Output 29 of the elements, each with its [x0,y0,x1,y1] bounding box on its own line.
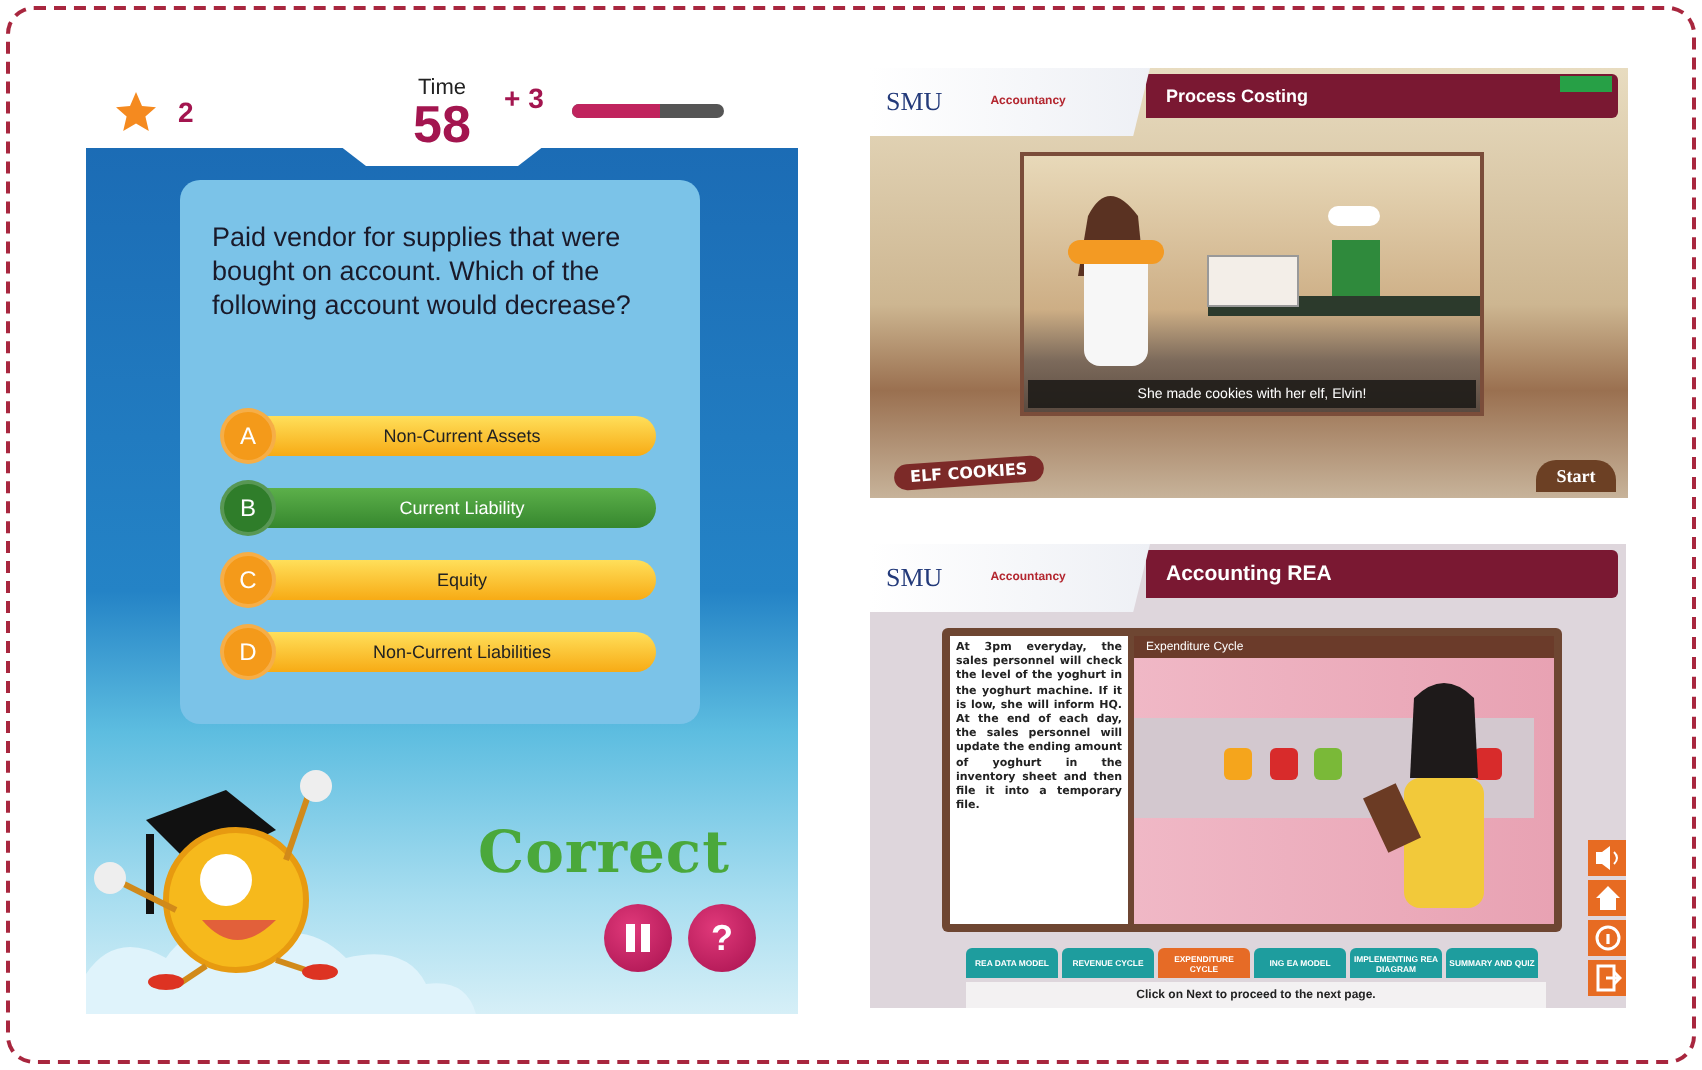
lesson-title: Accounting REA [1146,550,1618,598]
info-icon [1593,924,1621,952]
option-letter: A [220,408,276,464]
exit-icon [1593,964,1621,992]
exit-button[interactable] [1588,960,1626,996]
university-logo: SMU [886,562,943,594]
sound-icon [1593,844,1621,872]
home-button[interactable] [1588,880,1626,916]
home-icon [1593,884,1621,912]
question-text: Paid vendor for supplies that were bought on account. Which of the following account would decrease? [212,220,633,322]
feedback-text: Correct [478,818,730,886]
pause-icon [624,924,652,952]
option-letter: C [220,552,276,608]
lesson-title: Process Costing [1146,74,1618,118]
university-logo: SMU [886,86,943,118]
brand-logo: ELF COOKIES [893,454,1045,492]
timer-value: 58 [413,100,471,148]
star-icon [114,89,158,133]
option-letter: B [220,480,276,536]
help-button[interactable]: ? [688,904,756,972]
status-indicator [1560,76,1612,92]
info-button[interactable] [1588,920,1626,956]
sound-button[interactable] [1588,840,1626,876]
bonus-label: + 3 [504,82,544,114]
score-count: 2 [178,95,194,127]
pause-button[interactable] [604,904,672,972]
start-button[interactable]: Start [1536,460,1616,492]
timer-label: Time [417,76,467,100]
option-letter: D [220,624,276,680]
